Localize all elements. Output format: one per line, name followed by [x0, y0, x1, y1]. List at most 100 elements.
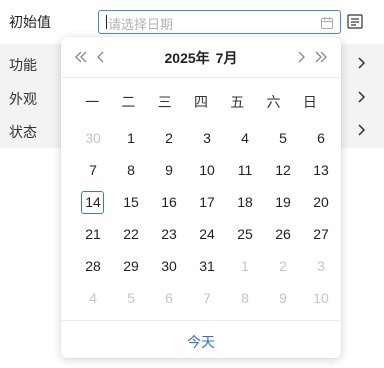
document-icon[interactable] — [344, 11, 366, 33]
calendar-day[interactable]: 1 — [226, 250, 264, 282]
calendar-day-number: 18 — [237, 194, 253, 210]
calendar-day[interactable]: 3 — [188, 122, 226, 154]
calendar-day[interactable]: 8 — [112, 154, 150, 186]
date-input[interactable]: 请选择日期 — [98, 10, 341, 34]
weekday-label: 一 — [85, 94, 100, 110]
calendar-day-number: 8 — [241, 290, 249, 306]
calendar-week-row: 4 5 6 7 8 9 10 — [74, 282, 340, 314]
calendar-day-number: 31 — [199, 258, 215, 274]
calendar-day-number: 3 — [317, 258, 325, 274]
group-label: 功能 — [9, 57, 37, 73]
calendar-day-number: 24 — [199, 226, 215, 242]
calendar-day[interactable]: 26 — [264, 218, 302, 250]
calendar-day[interactable]: 23 — [150, 218, 188, 250]
group-label: 外观 — [9, 91, 37, 107]
calendar-day[interactable]: 5 — [264, 122, 302, 154]
calendar-day[interactable]: 19 — [264, 186, 302, 218]
calendar-day[interactable]: 8 — [226, 282, 264, 314]
month-label[interactable]: 7月 — [216, 50, 238, 66]
date-input-placeholder: 请选择日期 — [108, 17, 174, 32]
year-label[interactable]: 2025年 — [165, 50, 210, 66]
calendar-day[interactable]: 30 — [150, 250, 188, 282]
calendar-day[interactable]: 7 — [74, 154, 112, 186]
chevron-right-icon — [358, 57, 366, 69]
calendar-day[interactable]: 11 — [226, 154, 264, 186]
calendar-day[interactable]: 10 — [188, 154, 226, 186]
today-button[interactable]: 今天 — [61, 332, 341, 352]
calendar-day-number: 26 — [275, 226, 291, 242]
calendar-day-number: 22 — [123, 226, 139, 242]
date-picker-popup: 2025年 7月 一 二 三 四 五 六 日 30 1 2 3 4 5 6 7 8 9 10 11 12 1… — [61, 37, 341, 358]
initial-value-label: 初始值 — [9, 14, 51, 30]
calendar-day[interactable]: 16 — [150, 186, 188, 218]
calendar-day-number: 12 — [275, 162, 291, 178]
calendar-day[interactable]: 25 — [226, 218, 264, 250]
calendar-day[interactable]: 18 — [226, 186, 264, 218]
calendar-day[interactable]: 17 — [188, 186, 226, 218]
calendar-day-number: 20 — [313, 194, 329, 210]
calendar-day-today[interactable]: 14 — [74, 186, 112, 218]
calendar-day-number: 28 — [85, 258, 101, 274]
calendar-day[interactable]: 12 — [264, 154, 302, 186]
calendar-day[interactable]: 2 — [264, 250, 302, 282]
calendar-day-number: 6 — [317, 130, 325, 146]
calendar-day[interactable]: 4 — [226, 122, 264, 154]
date-picker-footer: 今天 — [61, 320, 341, 359]
calendar-icon[interactable] — [320, 16, 334, 30]
calendar-day[interactable]: 13 — [302, 154, 340, 186]
calendar-day-number: 9 — [279, 290, 287, 306]
calendar-day-number: 9 — [165, 162, 173, 178]
calendar-day[interactable]: 10 — [302, 282, 340, 314]
calendar-day-number: 30 — [161, 258, 177, 274]
calendar-day-number: 2 — [279, 258, 287, 274]
next-month-icon[interactable] — [293, 49, 309, 65]
calendar-day-number: 7 — [203, 290, 211, 306]
calendar-day[interactable]: 27 — [302, 218, 340, 250]
calendar-day[interactable]: 15 — [112, 186, 150, 218]
calendar-day-number: 8 — [127, 162, 135, 178]
weekday-label: 日 — [302, 94, 317, 110]
calendar-day-number: 30 — [85, 130, 101, 146]
calendar-day[interactable]: 30 — [74, 122, 112, 154]
calendar-day[interactable]: 24 — [188, 218, 226, 250]
calendar-day[interactable]: 20 — [302, 186, 340, 218]
calendar-day-number: 17 — [199, 194, 215, 210]
calendar-day-number: 6 — [165, 290, 173, 306]
calendar-day[interactable]: 31 — [188, 250, 226, 282]
calendar-day-number: 1 — [241, 258, 249, 274]
calendar-day[interactable]: 1 — [112, 122, 150, 154]
calendar-day[interactable]: 9 — [264, 282, 302, 314]
calendar-day-number: 11 — [237, 162, 253, 178]
weekday-label: 六 — [266, 94, 281, 110]
calendar-day[interactable]: 28 — [74, 250, 112, 282]
calendar-day-number: 29 — [123, 258, 139, 274]
calendar-day-number: 13 — [313, 162, 329, 178]
calendar-day[interactable]: 6 — [302, 122, 340, 154]
calendar-day[interactable]: 3 — [302, 250, 340, 282]
calendar-day[interactable]: 7 — [188, 282, 226, 314]
weekday-header: 一 二 三 四 五 六 日 — [74, 92, 328, 112]
next-year-icon[interactable] — [313, 49, 329, 65]
calendar-day-number: 7 — [89, 162, 97, 178]
calendar-day[interactable]: 4 — [74, 282, 112, 314]
calendar-day[interactable]: 21 — [74, 218, 112, 250]
calendar-day-number: 5 — [127, 290, 135, 306]
calendar-day[interactable]: 22 — [112, 218, 150, 250]
calendar-day[interactable]: 9 — [150, 154, 188, 186]
calendar-day[interactable]: 6 — [150, 282, 188, 314]
calendar-day-number: 16 — [161, 194, 177, 210]
group-label: 状态 — [9, 124, 37, 140]
chevron-right-icon — [358, 91, 366, 103]
calendar-day-number: 19 — [275, 194, 291, 210]
weekday-label: 四 — [193, 94, 208, 110]
calendar-week-row: 7 8 9 10 11 12 13 — [74, 154, 340, 186]
calendar-day-number: 4 — [241, 130, 249, 146]
calendar-day-number: 5 — [279, 130, 287, 146]
calendar-day[interactable]: 5 — [112, 282, 150, 314]
calendar-day[interactable]: 2 — [150, 122, 188, 154]
calendar-day[interactable]: 29 — [112, 250, 150, 282]
calendar-week-row: 21 22 23 24 25 26 27 — [74, 218, 340, 250]
day-grid: 30 1 2 3 4 5 6 7 8 9 10 11 12 13 14 15 16 17 18 19 20 21 22 23 2… — [74, 122, 340, 314]
calendar-week-row: 14 15 16 17 18 19 20 — [74, 186, 340, 218]
calendar-day-number: 10 — [199, 162, 215, 178]
